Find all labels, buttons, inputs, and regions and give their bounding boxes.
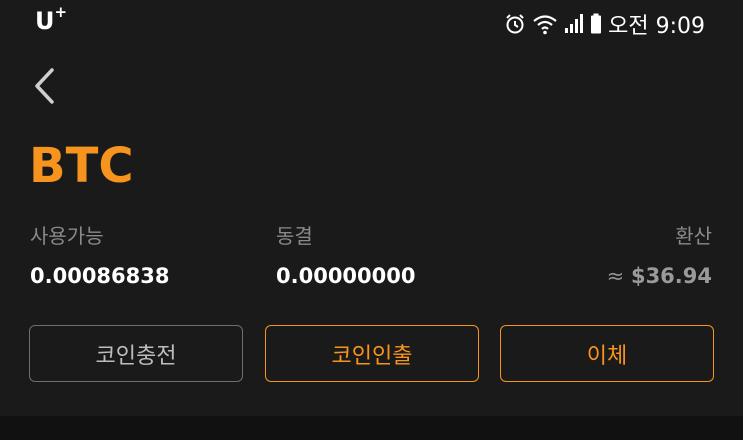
carrier-name: U+ — [35, 3, 68, 35]
status-bar: U+ 오전 9:09 — [0, 0, 743, 46]
chevron-left-icon — [35, 68, 54, 104]
frozen-value: 0.00000000 — [276, 264, 416, 288]
available-label: 사용가능 — [30, 224, 104, 248]
battery-icon — [590, 13, 602, 35]
transfer-button[interactable]: 이체 — [500, 325, 714, 382]
converted-amount: $36.94 — [630, 264, 712, 288]
back-button[interactable] — [26, 64, 62, 108]
transfer-button-label: 이체 — [586, 343, 628, 369]
status-time: 오전 9:09 — [608, 14, 705, 39]
withdraw-button-label: 코인인출 — [331, 343, 413, 369]
status-icons: 오전 9:09 — [504, 8, 705, 40]
available-value: 0.00086838 — [30, 264, 170, 288]
deposit-button-label: 코인충전 — [95, 343, 177, 369]
signal-icon — [564, 13, 584, 35]
deposit-button[interactable]: 코인충전 — [29, 325, 243, 382]
page-title: BTC — [29, 138, 134, 194]
frozen-label: 동결 — [276, 224, 313, 248]
wifi-icon — [532, 13, 558, 35]
alarm-icon — [504, 13, 526, 35]
converted-label: 환산 — [675, 224, 712, 248]
approx-symbol: ≈ — [606, 264, 631, 288]
section-divider — [0, 416, 743, 440]
converted-value: ≈ $36.94 — [607, 262, 712, 290]
withdraw-button[interactable]: 코인인출 — [265, 325, 479, 382]
